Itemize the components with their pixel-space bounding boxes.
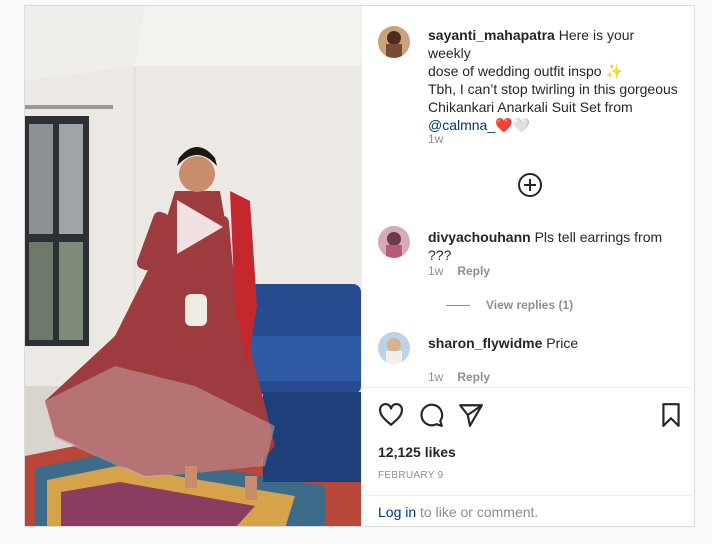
login-link[interactable]: Log in <box>378 504 416 520</box>
commenter-username[interactable]: sharon_flywidme <box>428 335 542 351</box>
post-sidebar: sayanti_mahapatra Here is your weekly do… <box>361 6 694 526</box>
play-button[interactable] <box>165 196 227 258</box>
send-icon <box>459 404 483 427</box>
comment-button[interactable] <box>418 402 444 428</box>
comments-section: sayanti_mahapatra Here is your weekly do… <box>362 6 694 386</box>
caption-mention[interactable]: @calmna_ <box>428 117 495 133</box>
heart-icon <box>379 402 403 426</box>
caption-line-3: Tbh, I can’t stop twirling in this gorge… <box>428 81 678 97</box>
reply-button[interactable]: Reply <box>457 264 490 278</box>
save-button[interactable] <box>658 402 684 428</box>
login-bar: Log in to like or comment. <box>362 495 694 526</box>
author-username[interactable]: sayanti_mahapatra <box>428 27 555 43</box>
author-avatar[interactable] <box>378 26 410 58</box>
comment-icon <box>420 403 444 427</box>
share-button[interactable] <box>458 402 484 428</box>
post-date[interactable]: FEBRUARY 9 <box>378 470 443 481</box>
reply-button[interactable]: Reply <box>457 370 490 384</box>
instagram-post: sayanti_mahapatra Here is your weekly do… <box>24 5 695 527</box>
post-media[interactable] <box>25 6 361 526</box>
bookmark-icon <box>662 403 680 427</box>
comment-time[interactable]: 1w <box>428 264 443 278</box>
comment-body: Price <box>546 335 579 351</box>
plus-circle-icon <box>518 173 542 197</box>
view-replies-button[interactable]: View replies (1) <box>446 298 573 312</box>
caption-line-4: Chikankari Anarkali Suit Set from <box>428 99 633 115</box>
commenter-avatar[interactable] <box>378 226 410 258</box>
view-replies-label: View replies (1) <box>486 298 574 312</box>
load-more-comments-button[interactable] <box>517 172 543 198</box>
divider-line <box>446 305 470 307</box>
comment-text: divyachouhann Pls tell earrings from ??? <box>428 228 680 264</box>
caption-row: sayanti_mahapatra Here is your weekly do… <box>378 26 680 156</box>
caption-text: sayanti_mahapatra Here is your weekly do… <box>428 26 680 134</box>
login-prompt: to like or comment. <box>416 504 539 520</box>
comment-meta: 1w Reply <box>428 370 490 384</box>
caption-time[interactable]: 1w <box>428 132 443 146</box>
play-icon <box>177 200 223 254</box>
caption-line-2: dose of wedding outfit inspo ✨ <box>428 63 623 79</box>
comment-meta: 1w Reply <box>428 264 490 278</box>
commenter-avatar[interactable] <box>378 332 410 364</box>
commenter-username[interactable]: divyachouhann <box>428 229 531 245</box>
comment-time[interactable]: 1w <box>428 370 443 384</box>
comment-item: divyachouhann Pls tell earrings from ???… <box>378 226 680 316</box>
comment-item: sharon_flywidme Price 1w Reply <box>378 332 680 386</box>
post-photo <box>25 6 361 526</box>
like-button[interactable] <box>378 402 404 428</box>
likes-count[interactable]: 12,125 likes <box>378 444 456 460</box>
caption-emojis: ❤️🤍 <box>495 117 531 133</box>
comment-text: sharon_flywidme Price <box>428 334 680 352</box>
